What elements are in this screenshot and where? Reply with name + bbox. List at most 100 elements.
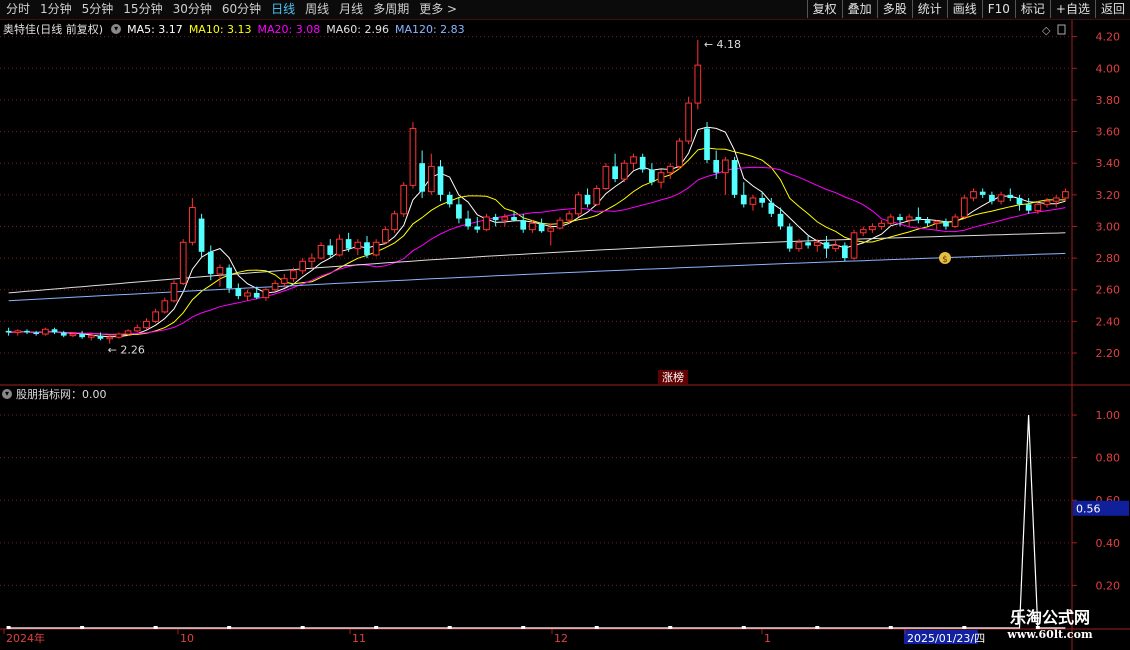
candle-body-up	[547, 227, 555, 232]
time-label: 1	[764, 632, 771, 645]
candle-body-up	[400, 184, 408, 215]
candle-body-up	[749, 197, 757, 205]
indicator-title: 股朋指标网：0.00	[16, 388, 107, 401]
candle-body-down	[364, 242, 370, 255]
candle-body-down	[713, 160, 720, 173]
ma-legend: 奥特佳(日线 前复权) ▾ MA5: 3.17 MA10: 3.13 MA20:…	[0, 20, 471, 38]
candle-body-up	[271, 282, 279, 291]
indicator-point	[447, 626, 452, 629]
current-value-box	[1073, 500, 1129, 516]
candle-body-down	[538, 223, 545, 232]
period-tab[interactable]: 15分钟	[117, 0, 166, 19]
toolbar-button[interactable]: 画线	[946, 0, 982, 18]
time-label: 2024年	[6, 631, 45, 645]
price-tick-label: 4.20	[1096, 31, 1121, 44]
candle-body-up	[124, 330, 132, 335]
candle-body-up	[308, 257, 316, 262]
candle-body-down	[327, 245, 334, 255]
toolbar-button[interactable]: F10	[981, 0, 1015, 18]
candle-body-down	[823, 242, 830, 249]
indicator-collapse-icon[interactable]: ▾	[2, 389, 12, 399]
event-label: 涨榜	[662, 370, 684, 384]
candle-body-down	[465, 218, 471, 227]
price-tick-label: 2.80	[1096, 252, 1121, 265]
price-tick-label: 3.20	[1096, 189, 1121, 202]
period-tab[interactable]: 60分钟	[216, 0, 265, 19]
price-tick-label: 3.00	[1096, 220, 1121, 233]
candle-body-up	[850, 232, 858, 259]
toolbar-button[interactable]: 复权	[806, 0, 842, 18]
ma60-label: MA60: 2.96	[326, 22, 389, 36]
period-tab[interactable]: 周线	[299, 0, 333, 19]
indicator-tick-label: 1.00	[1096, 409, 1121, 422]
candle-body-up	[593, 188, 601, 205]
candle-body-up	[722, 159, 729, 174]
toolbar-button[interactable]: 返回	[1094, 0, 1130, 18]
period-tab[interactable]: 更多 >	[413, 0, 461, 19]
candle-body-up	[87, 335, 95, 338]
stock-title[interactable]: 奥特佳(日线 前复权)	[3, 21, 103, 37]
candle-body-down	[60, 332, 67, 336]
candle-body-down	[198, 218, 205, 252]
candle-body-up	[354, 241, 362, 250]
time-label: 11	[352, 632, 366, 645]
indicator-point	[6, 626, 11, 629]
toolbar-button[interactable]: 标记	[1014, 0, 1050, 18]
time-label: 12	[554, 632, 568, 645]
indicator-tick-label: 0.20	[1096, 579, 1121, 592]
period-tab[interactable]: 分时	[0, 0, 34, 19]
time-label: 10	[180, 632, 194, 645]
price-tick-label: 2.60	[1096, 284, 1121, 297]
ma120-line	[8, 252, 1066, 302]
candle-body-down	[345, 239, 352, 249]
period-tab[interactable]: 30分钟	[167, 0, 216, 19]
period-tab[interactable]: 月线	[333, 0, 367, 19]
candle-body-up	[878, 222, 885, 227]
ma120-label: MA120: 2.83	[394, 22, 465, 36]
toolbar-button[interactable]: +自选	[1049, 0, 1095, 18]
toolbar-button[interactable]: 叠加	[841, 0, 877, 18]
candle-body-up	[657, 172, 665, 183]
ma20-label: MA20: 3.08	[257, 22, 321, 36]
candle-body-down	[768, 202, 775, 214]
candle-body-up	[189, 206, 196, 243]
price-tick-label: 4.00	[1096, 62, 1121, 75]
candle-body-up	[960, 197, 968, 218]
indicator-point	[594, 626, 599, 629]
candle-body-up	[14, 330, 22, 333]
indicator-point	[227, 626, 232, 629]
price-tick-label: 3.40	[1096, 157, 1121, 170]
candle-body-down	[704, 128, 710, 161]
candle-body-up	[529, 222, 536, 231]
candle-body-down	[33, 332, 40, 335]
candle-body-down	[731, 160, 738, 195]
candle-body-down	[51, 329, 58, 333]
candle-body-down	[1025, 204, 1032, 211]
candle-body-down	[584, 194, 591, 205]
candle-body-up	[391, 213, 398, 231]
candle-body-up	[666, 165, 674, 174]
price-tick-label: 2.20	[1096, 347, 1121, 360]
candle-body-up	[244, 292, 251, 297]
period-tab[interactable]: 日线	[265, 0, 299, 19]
toolbar-button[interactable]: 统计	[911, 0, 947, 18]
indicator-tick-label: 0.80	[1096, 452, 1121, 465]
toolbar-button[interactable]: 多股	[876, 0, 912, 18]
current-value-label: 0.56	[1076, 503, 1101, 516]
candle-body-up	[106, 336, 114, 340]
money-bag-glyph: $	[942, 255, 948, 265]
action-buttons: 复权 叠加 多股 统计 画线 F10 标记 +自选 返回	[806, 0, 1130, 19]
ma10-label: MA10: 3.13	[188, 22, 252, 36]
candle-body-up	[427, 165, 435, 193]
price-tick-label: 3.60	[1096, 126, 1121, 139]
period-tab[interactable]: 多周期	[367, 0, 413, 19]
indicator-point	[80, 626, 85, 629]
candle-body-up	[372, 241, 380, 256]
period-tab[interactable]: 1分钟	[34, 0, 76, 19]
candle-body-down	[759, 198, 765, 203]
candle-body-down	[842, 245, 848, 259]
candle-body-up	[694, 64, 702, 104]
price-tick-label: 2.40	[1096, 315, 1121, 328]
collapse-circle-icon[interactable]: ▾	[111, 24, 122, 34]
period-tab[interactable]: 5分钟	[76, 0, 118, 19]
